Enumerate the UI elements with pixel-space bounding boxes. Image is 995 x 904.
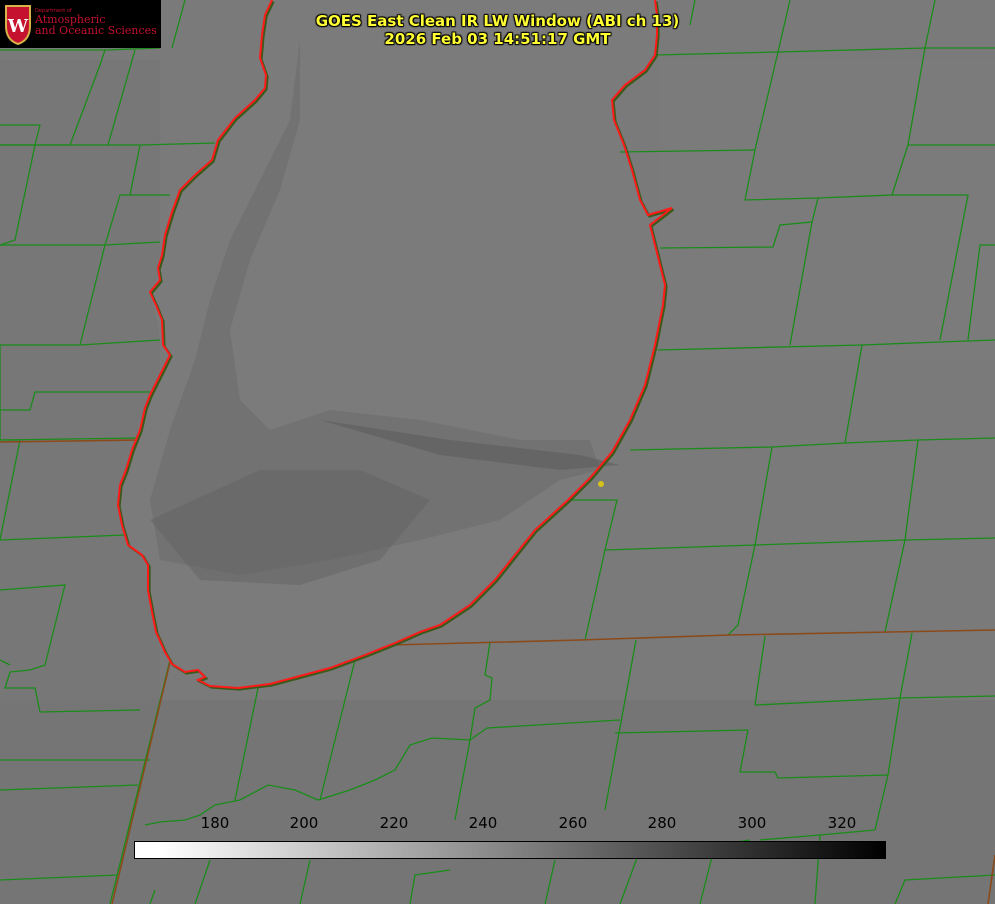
image-timestamp: 2026 Feb 03 14:51:17 GMT [384, 30, 611, 48]
colorbar-tick-label: 260 [558, 814, 588, 832]
colorbar-gradient [134, 841, 886, 859]
colorbar-tick-label: 200 [289, 814, 319, 832]
colorbar-tick-label: 220 [379, 814, 409, 832]
location-marker [598, 481, 604, 487]
colorbar-tick-label: 300 [737, 814, 767, 832]
image-title: GOES East Clean IR LW Window (ABI ch 13) [315, 12, 680, 30]
colorbar-tick-label: 240 [468, 814, 498, 832]
colorbar-tick-label: 320 [827, 814, 857, 832]
colorbar-tick-label: 280 [647, 814, 677, 832]
colorbar-tick-label: 180 [200, 814, 230, 832]
satellite-map [0, 0, 995, 904]
satellite-image-viewer: W Department of Atmospheric and Oceanic … [0, 0, 995, 904]
